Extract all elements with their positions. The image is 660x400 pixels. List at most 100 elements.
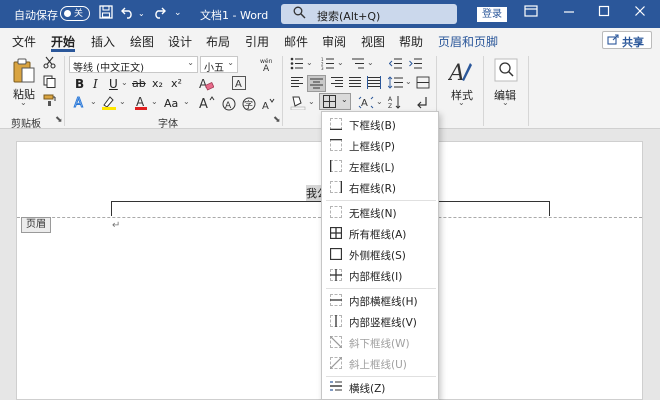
menu-item-inside-borders[interactable]: 内部框线(I) — [322, 265, 438, 286]
enclosed-char-icon[interactable]: 字 — [242, 97, 256, 115]
bullets-icon[interactable] — [290, 57, 304, 74]
cut-icon[interactable] — [43, 56, 56, 73]
phonetic-guide-icon[interactable]: wén A — [259, 57, 275, 76]
tab-view[interactable]: 视图 — [361, 33, 385, 50]
menu-item-label: 下框线(B) — [349, 120, 396, 132]
text-effects-dropdown-icon[interactable]: ⌄ — [90, 97, 97, 106]
align-right-icon[interactable] — [330, 76, 344, 93]
search-box[interactable]: 搜索(Alt+Q) — [281, 4, 457, 24]
styles-dropdown-icon[interactable]: ⌄ — [458, 98, 465, 107]
align-center-button[interactable] — [307, 75, 326, 92]
menu-item-outside-borders[interactable]: 外侧框线(S) — [322, 244, 438, 265]
decrease-indent-icon[interactable] — [388, 57, 403, 74]
tab-layout[interactable]: 布局 — [206, 33, 230, 50]
login-button[interactable]: 登录 — [477, 7, 507, 22]
menu-separator — [326, 200, 436, 201]
tab-design[interactable]: 设计 — [168, 33, 192, 50]
editing-dropdown-icon[interactable]: ⌄ — [502, 98, 509, 107]
tab-home[interactable]: 开始 — [51, 33, 75, 50]
align-left-icon[interactable] — [290, 76, 304, 93]
minimize-icon[interactable] — [563, 4, 575, 22]
svg-text:A: A — [225, 101, 232, 111]
tab-review[interactable]: 审阅 — [322, 33, 346, 50]
menu-item-left-border[interactable]: 左框线(L) — [322, 156, 438, 177]
tab-file[interactable]: 文件 — [12, 33, 36, 50]
menu-item-no-border[interactable]: 无框线(N) — [322, 202, 438, 223]
undo-dropdown-icon[interactable]: ⌄ — [138, 9, 145, 18]
change-case-dropdown-icon[interactable]: ⌄ — [183, 97, 190, 106]
menu-item-inside-vertical[interactable]: 内部竖框线(V) — [322, 311, 438, 332]
tab-help[interactable]: 帮助 — [399, 33, 423, 50]
menu-item-horizontal-line[interactable]: 横线(Z) — [322, 377, 438, 398]
borders-dropdown-icon[interactable]: ⌄ — [341, 95, 348, 104]
change-case-button[interactable]: Aa — [164, 97, 178, 110]
tab-references[interactable]: 引用 — [245, 33, 269, 50]
multilevel-list-icon[interactable] — [351, 57, 365, 74]
text-effects-icon[interactable]: A — [73, 95, 87, 113]
bullets-dropdown-icon[interactable]: ⌄ — [306, 58, 313, 67]
svg-text:A: A — [74, 96, 83, 109]
format-painter-icon[interactable] — [43, 94, 56, 111]
autosave-toggle[interactable]: 关 — [60, 6, 90, 21]
styles-icon[interactable]: A — [447, 58, 474, 88]
numbering-icon[interactable]: 123 — [321, 57, 335, 74]
customize-icon[interactable]: ⌄ — [174, 8, 182, 18]
ribbon-display-icon[interactable] — [524, 4, 538, 22]
bold-button[interactable]: B — [75, 77, 84, 91]
asian-layout-dropdown-icon[interactable]: ⌄ — [376, 97, 383, 106]
borders-dropdown-menu: 下框线(B) 上框线(P) 左框线(L) 右框线(R) 无框线(N) 所有框线(… — [321, 111, 439, 400]
superscript-button[interactable]: x² — [171, 77, 182, 90]
enclose-characters-icon[interactable]: A — [222, 97, 236, 111]
restore-icon[interactable] — [598, 4, 610, 22]
tab-draw[interactable]: 绘图 — [130, 33, 154, 50]
shading-icon[interactable] — [290, 95, 306, 114]
font-color-icon[interactable]: A — [134, 95, 148, 114]
copy-icon[interactable] — [43, 75, 56, 92]
menu-item-inside-horizontal[interactable]: 内部横框线(H) — [322, 290, 438, 311]
undo-icon[interactable] — [121, 5, 135, 23]
font-color-dropdown-icon[interactable]: ⌄ — [151, 97, 158, 106]
shrink-font-icon[interactable]: A — [261, 97, 275, 115]
menu-item-top-border[interactable]: 上框线(P) — [322, 135, 438, 156]
strikethrough-button[interactable]: ab — [132, 77, 146, 90]
highlight-dropdown-icon[interactable]: ⌄ — [119, 97, 126, 106]
autosave-state: 关 — [74, 9, 84, 19]
divider — [483, 56, 484, 126]
menu-item-label: 斜上框线(U) — [349, 359, 407, 371]
italic-button[interactable]: I — [93, 77, 98, 91]
borders-button[interactable]: ⌄ — [319, 93, 351, 110]
save-icon[interactable] — [99, 5, 113, 23]
menu-item-right-border[interactable]: 右框线(R) — [322, 177, 438, 198]
char-border-icon[interactable]: A — [232, 76, 246, 94]
underline-button[interactable]: U — [109, 77, 118, 91]
paste-icon[interactable] — [12, 58, 36, 88]
paste-dropdown-icon[interactable]: ⌄ — [20, 98, 27, 107]
underline-dropdown-icon[interactable]: ⌄ — [121, 78, 128, 87]
justify-icon[interactable] — [348, 76, 362, 93]
menu-item-all-borders[interactable]: 所有框线(A) — [322, 223, 438, 244]
distributed-icon[interactable] — [367, 76, 381, 93]
chinese-layout-icon[interactable] — [416, 76, 430, 93]
font-name-select[interactable]: 等线 (中文正文) ⌄ — [69, 56, 198, 74]
menu-item-bottom-border[interactable]: 下框线(B) — [322, 114, 438, 135]
subscript-button[interactable]: x₂ — [152, 77, 163, 90]
line-spacing-icon[interactable] — [387, 76, 404, 93]
tab-insert[interactable]: 插入 — [91, 33, 115, 50]
font-launcher-icon[interactable]: ⬊ — [273, 115, 281, 125]
highlight-icon[interactable] — [101, 95, 117, 114]
tab-mailings[interactable]: 邮件 — [284, 33, 308, 50]
redo-icon[interactable] — [152, 5, 166, 23]
font-size-select[interactable]: 小五 ⌄ — [200, 56, 238, 74]
share-button[interactable]: 共享 — [602, 31, 652, 49]
clear-formatting-icon[interactable]: A — [198, 76, 215, 95]
tab-header-footer[interactable]: 页眉和页脚 — [438, 33, 498, 50]
clipboard-launcher-icon[interactable]: ⬊ — [55, 115, 63, 125]
close-icon[interactable] — [634, 4, 646, 22]
shading-dropdown-icon[interactable]: ⌄ — [308, 97, 315, 106]
multilevel-dropdown-icon[interactable]: ⌄ — [367, 58, 374, 67]
editing-icon[interactable] — [494, 58, 518, 86]
grow-font-icon[interactable]: A — [199, 95, 215, 113]
numbering-dropdown-icon[interactable]: ⌄ — [337, 58, 344, 67]
line-spacing-dropdown-icon[interactable]: ⌄ — [405, 77, 412, 86]
increase-indent-icon[interactable] — [409, 57, 423, 74]
